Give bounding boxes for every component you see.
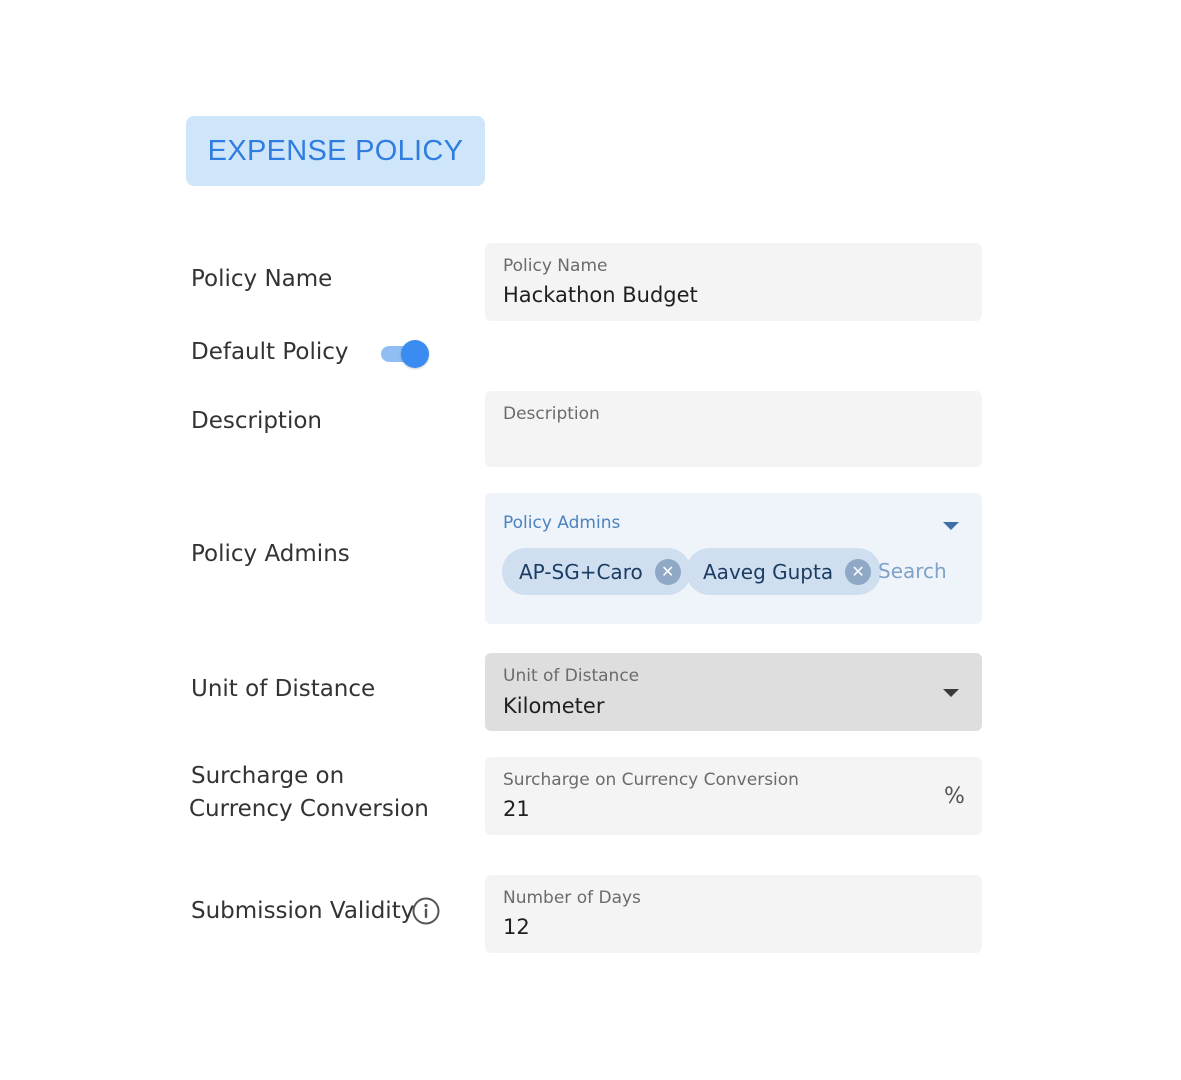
- description-field[interactable]: Description: [485, 391, 982, 467]
- policy-name-value[interactable]: Hackathon Budget: [503, 283, 698, 307]
- policy-name-label: Policy Name: [191, 266, 333, 292]
- remove-chip-icon[interactable]: ✕: [654, 558, 681, 585]
- admin-chip[interactable]: AP-SG+Caro ✕: [502, 548, 691, 595]
- expense-policy-page: EXPENSE POLICY Policy Name Policy Name H…: [0, 0, 1181, 1080]
- number-of-days-value[interactable]: 12: [503, 915, 530, 939]
- admin-chip-label: AP-SG+Caro: [519, 559, 643, 584]
- toggle-knob: [401, 340, 429, 368]
- surcharge-value[interactable]: 21: [503, 797, 530, 821]
- surcharge-label-line2: Currency Conversion: [189, 796, 429, 822]
- remove-chip-icon[interactable]: ✕: [845, 558, 872, 585]
- policy-name-field-label: Policy Name: [503, 256, 608, 276]
- admin-search-input[interactable]: Search: [878, 559, 947, 583]
- submission-validity-label: Submission Validity: [191, 898, 415, 924]
- unit-of-distance-select[interactable]: Unit of Distance Kilometer: [485, 653, 982, 731]
- default-policy-label: Default Policy: [191, 339, 349, 365]
- admin-chip[interactable]: Aaveg Gupta ✕: [686, 548, 882, 595]
- policy-admins-field[interactable]: Policy Admins AP-SG+Caro ✕ Aaveg Gupta ✕…: [485, 493, 982, 624]
- unit-of-distance-label: Unit of Distance: [191, 676, 376, 702]
- policy-admins-label: Policy Admins: [191, 541, 350, 567]
- default-policy-toggle[interactable]: [381, 340, 429, 368]
- number-of-days-field[interactable]: Number of Days 12: [485, 875, 982, 953]
- unit-of-distance-field-label: Unit of Distance: [503, 666, 640, 686]
- surcharge-field-label: Surcharge on Currency Conversion: [503, 770, 799, 790]
- page-title: EXPENSE POLICY: [186, 116, 485, 186]
- caret-down-icon[interactable]: [943, 689, 959, 697]
- surcharge-field[interactable]: Surcharge on Currency Conversion 21 %: [485, 757, 982, 835]
- caret-down-icon[interactable]: [943, 522, 959, 530]
- policy-admins-field-label: Policy Admins: [503, 513, 621, 533]
- percent-suffix: %: [944, 784, 965, 809]
- unit-of-distance-value: Kilometer: [503, 694, 605, 718]
- description-label: Description: [191, 408, 322, 434]
- description-field-label: Description: [503, 404, 600, 424]
- admin-chip-label: Aaveg Gupta: [703, 559, 834, 584]
- number-of-days-field-label: Number of Days: [503, 888, 641, 908]
- info-icon[interactable]: [412, 897, 440, 925]
- surcharge-label-line1: Surcharge on: [191, 763, 345, 789]
- policy-name-field[interactable]: Policy Name Hackathon Budget: [485, 243, 982, 321]
